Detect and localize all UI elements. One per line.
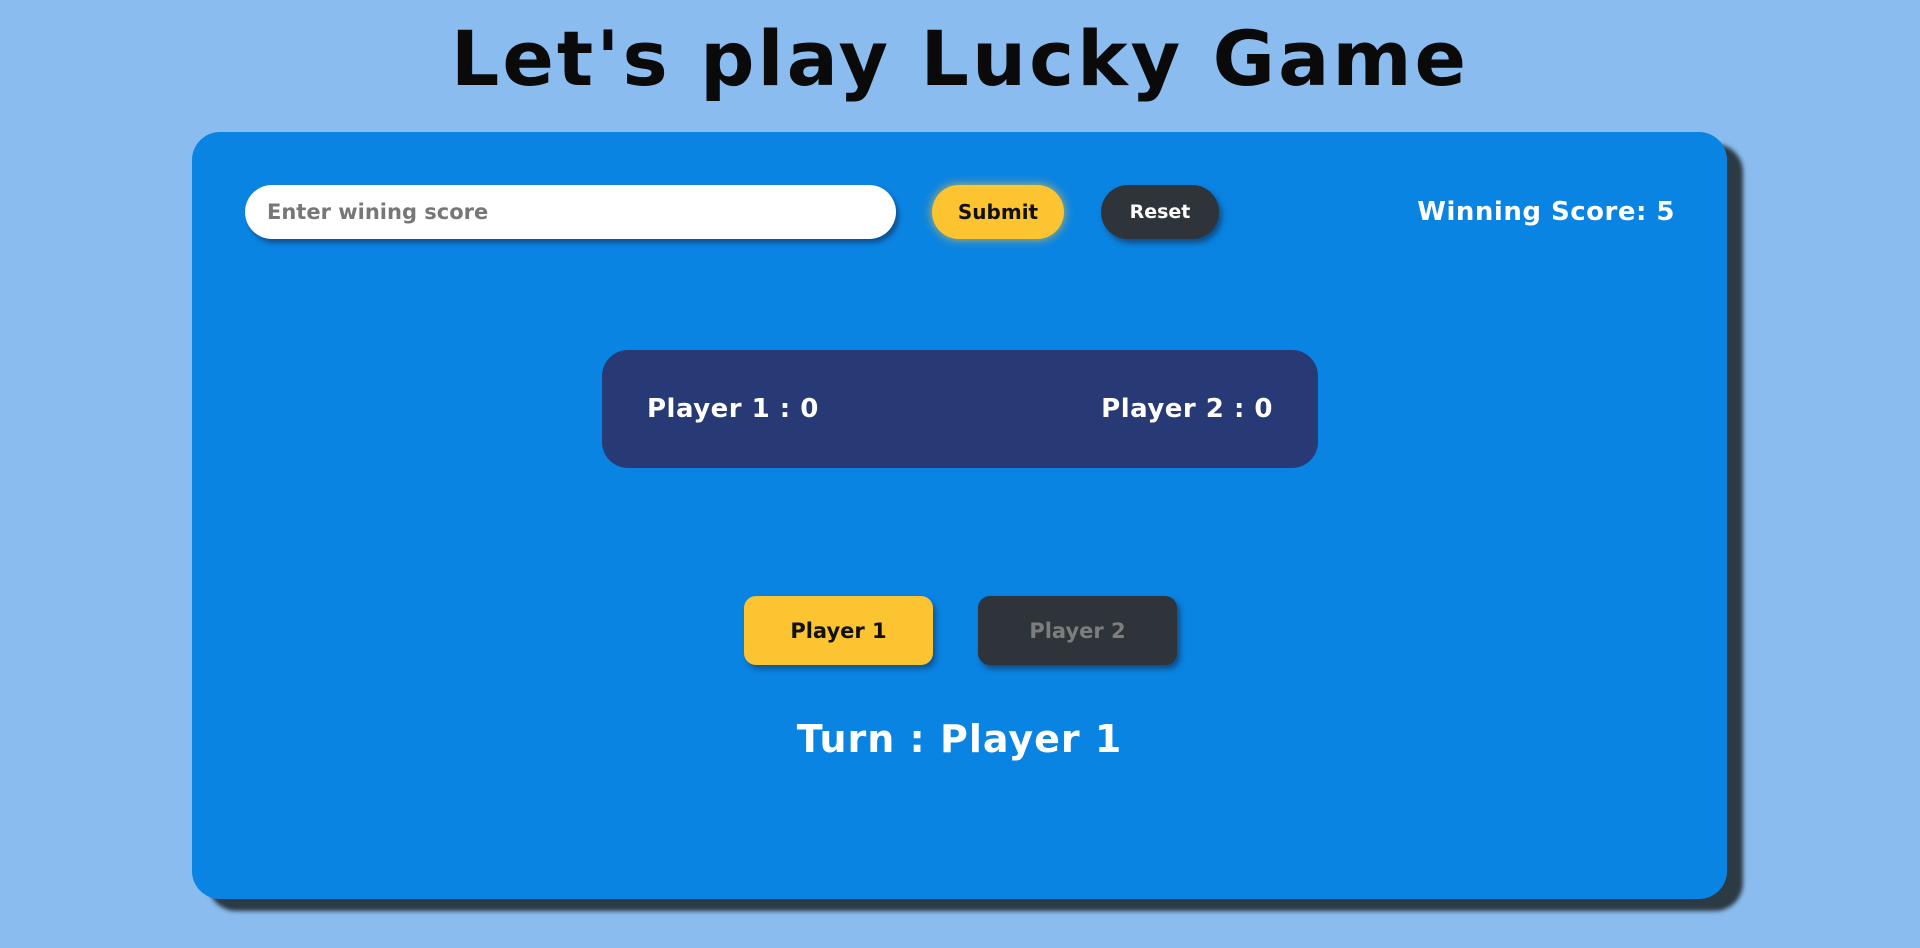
submit-button[interactable]: Submit (932, 185, 1064, 239)
page-title: Let's play Lucky Game (450, 14, 1470, 103)
player2-score: Player 2 : 0 (1101, 394, 1273, 424)
scoreboard: Player 1 : 0 Player 2 : 0 (602, 350, 1318, 468)
player1-score: Player 1 : 0 (647, 394, 819, 424)
game-card: Submit Reset Winning Score: 5 Player 1 :… (192, 132, 1727, 899)
player1-button[interactable]: Player 1 (744, 596, 933, 665)
turn-indicator: Turn : Player 1 (796, 717, 1123, 761)
winning-score-label: Winning Score: 5 (1417, 197, 1675, 227)
winning-score-input[interactable] (245, 185, 896, 239)
player2-button[interactable]: Player 2 (978, 596, 1177, 665)
reset-button[interactable]: Reset (1101, 185, 1219, 239)
